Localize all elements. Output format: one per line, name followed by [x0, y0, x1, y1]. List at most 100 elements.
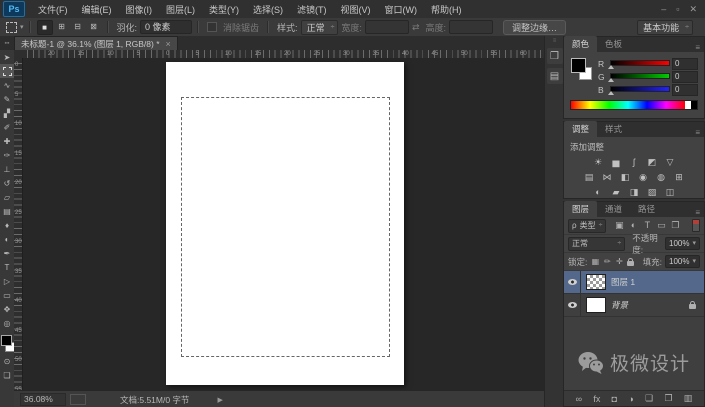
- lock-position-icon[interactable]: ✛: [614, 257, 624, 266]
- rectangle-tool[interactable]: ▭: [0, 288, 14, 302]
- panel-menu-icon[interactable]: ≡: [691, 208, 704, 217]
- invert-icon[interactable]: ◐: [592, 186, 605, 198]
- properties-panel-icon[interactable]: ▤: [546, 68, 563, 84]
- channel-value-field[interactable]: 0: [672, 57, 698, 70]
- rectangular-marquee-tool[interactable]: [0, 64, 14, 78]
- marquee-selection[interactable]: [181, 97, 390, 357]
- curves-icon[interactable]: ʃ: [628, 156, 641, 168]
- menu-item[interactable]: 滤镜(T): [290, 0, 334, 18]
- path-selection-tool[interactable]: ▷: [0, 274, 14, 288]
- close-tab-icon[interactable]: ×: [166, 39, 171, 49]
- slider-thumb-icon[interactable]: [608, 64, 614, 69]
- eyedropper-tool[interactable]: ✐: [0, 120, 14, 134]
- layers-tab[interactable]: 路径: [630, 201, 663, 217]
- menu-item[interactable]: 图层(L): [159, 0, 202, 18]
- move-tool[interactable]: ➤: [0, 50, 14, 64]
- menu-item[interactable]: 类型(Y): [202, 0, 246, 18]
- history-brush-tool[interactable]: ↺: [0, 176, 14, 190]
- quick-mask-button[interactable]: ⊙: [0, 354, 14, 368]
- black-white-icon[interactable]: ◧: [619, 171, 632, 183]
- lock-transparency-icon[interactable]: ▦: [590, 257, 600, 266]
- menu-item[interactable]: 编辑(E): [75, 0, 119, 18]
- channel-slider[interactable]: [608, 72, 670, 82]
- color-lookup-icon[interactable]: ⊞: [673, 171, 686, 183]
- menu-item[interactable]: 视图(V): [334, 0, 378, 18]
- zoom-level-field[interactable]: 36.08%: [20, 393, 66, 406]
- eraser-tool[interactable]: ▱: [0, 190, 14, 204]
- channel-value-field[interactable]: 0: [672, 70, 698, 83]
- new-selection-icon[interactable]: ■: [36, 19, 53, 35]
- levels-icon[interactable]: ▅: [610, 156, 623, 168]
- pen-tool[interactable]: ✒: [0, 246, 14, 260]
- opacity-field[interactable]: 100% ▾: [665, 237, 700, 250]
- history-panel-icon[interactable]: ❒: [546, 48, 563, 64]
- menu-item[interactable]: 选择(S): [246, 0, 290, 18]
- hue-saturation-icon[interactable]: ▤: [583, 171, 596, 183]
- minimize-icon[interactable]: –: [661, 4, 666, 14]
- layer-row[interactable]: 背景: [564, 294, 704, 317]
- brightness-contrast-icon[interactable]: ☀: [592, 156, 605, 168]
- filter-pixel-layers-icon[interactable]: ▣: [613, 220, 625, 231]
- menu-item[interactable]: 文件(F): [31, 0, 75, 18]
- layer-style-icon[interactable]: fx: [593, 394, 600, 404]
- blend-mode-select[interactable]: 正常 ÷: [568, 236, 626, 251]
- color-balance-icon[interactable]: ⋈: [601, 171, 614, 183]
- link-layers-icon[interactable]: ∞: [576, 394, 582, 404]
- adjustments-tab[interactable]: 调整: [564, 121, 598, 137]
- filter-shape-layers-icon[interactable]: ▭: [655, 220, 667, 231]
- channel-slider[interactable]: [608, 59, 670, 69]
- layer-thumbnail[interactable]: [586, 297, 606, 313]
- color-tab[interactable]: 颜色: [564, 36, 598, 52]
- fill-field[interactable]: 100% ▾: [665, 255, 700, 268]
- menu-item[interactable]: 图像(I): [119, 0, 160, 18]
- spectrum-gradient[interactable]: [571, 101, 685, 109]
- hand-tool[interactable]: ✥: [0, 302, 14, 316]
- add-to-selection-icon[interactable]: ⊞: [55, 20, 69, 33]
- zoom-tool[interactable]: ◎: [0, 316, 14, 330]
- subtract-from-selection-icon[interactable]: ⊟: [71, 20, 85, 33]
- swap-dimensions-icon[interactable]: ⇄: [412, 22, 420, 33]
- antialias-checkbox[interactable]: [207, 22, 218, 32]
- gradient-map-icon[interactable]: ▨: [646, 186, 659, 198]
- channel-value-field[interactable]: 0: [672, 83, 698, 96]
- new-group-icon[interactable]: ❏: [645, 393, 653, 404]
- maximize-icon[interactable]: ▫: [676, 4, 679, 14]
- lock-all-icon[interactable]: [627, 257, 635, 266]
- channel-mixer-icon[interactable]: ◍: [655, 171, 668, 183]
- visibility-toggle[interactable]: [564, 294, 581, 316]
- visibility-toggle[interactable]: [564, 271, 581, 293]
- photo-filter-icon[interactable]: ◉: [637, 171, 650, 183]
- dodge-tool[interactable]: ◐: [0, 232, 14, 246]
- threshold-icon[interactable]: ◨: [628, 186, 641, 198]
- screen-mode-button[interactable]: ❏: [0, 368, 14, 382]
- vibrance-icon[interactable]: ▽: [664, 156, 677, 168]
- type-tool[interactable]: T: [0, 260, 14, 274]
- exposure-icon[interactable]: ◩: [646, 156, 659, 168]
- delete-layer-icon[interactable]: ▥: [684, 393, 693, 404]
- dock-grip-icon[interactable]: ≡: [553, 36, 557, 46]
- filter-type-layers-icon[interactable]: T: [641, 220, 653, 231]
- lock-paint-icon[interactable]: ✏: [602, 257, 612, 266]
- close-icon[interactable]: ✕: [689, 4, 697, 15]
- blur-tool[interactable]: ♦: [0, 218, 14, 232]
- lasso-tool[interactable]: ∿: [0, 78, 14, 92]
- healing-brush-tool[interactable]: ✚: [0, 134, 14, 148]
- document-canvas[interactable]: [166, 62, 404, 385]
- crop-tool[interactable]: ▞: [0, 106, 14, 120]
- feather-input[interactable]: 0 像素: [140, 20, 193, 34]
- layer-thumbnail[interactable]: [586, 274, 606, 290]
- width-input[interactable]: [364, 20, 409, 34]
- new-adjustment-layer-icon[interactable]: ◑: [628, 394, 633, 404]
- menu-item[interactable]: 帮助(H): [424, 0, 469, 18]
- status-options-arrow-icon[interactable]: ▶: [217, 396, 222, 404]
- filter-smart-objects-icon[interactable]: ❐: [669, 220, 681, 231]
- canvas-viewport[interactable]: [22, 58, 544, 390]
- selective-color-icon[interactable]: ◫: [664, 186, 677, 198]
- posterize-icon[interactable]: ▰: [610, 186, 623, 198]
- filter-kind-select[interactable]: ρ 类型 ÷: [568, 218, 607, 233]
- tool-preset-picker[interactable]: ▾: [6, 21, 24, 33]
- vertical-ruler[interactable]: 0510152025303540455055: [14, 58, 23, 393]
- black-swatch[interactable]: [691, 101, 697, 109]
- style-select[interactable]: 正常 ÷: [300, 19, 339, 35]
- layers-tab[interactable]: 通道: [597, 201, 630, 217]
